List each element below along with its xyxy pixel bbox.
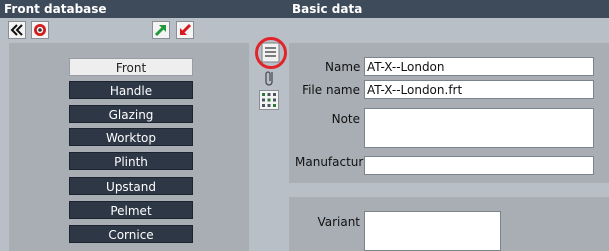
stop-circle-icon xyxy=(34,24,46,36)
variant-field[interactable] xyxy=(364,211,501,251)
name-label: Name xyxy=(325,60,361,74)
export-button[interactable] xyxy=(152,21,170,39)
menu-item-handle[interactable]: Handle xyxy=(69,81,193,99)
menu-item-cornice[interactable]: Cornice xyxy=(69,225,193,243)
name-field[interactable]: AT-X--London xyxy=(364,57,594,76)
front-database-title: Front database xyxy=(4,2,107,16)
arrow-up-right-green-icon xyxy=(154,25,166,37)
import-button[interactable] xyxy=(176,21,194,39)
menu-item-upstand[interactable]: Upstand xyxy=(69,177,193,195)
file-name-field[interactable]: AT-X--London.frt xyxy=(364,80,594,99)
paperclip-icon[interactable] xyxy=(262,69,278,87)
menu-item-pelmet[interactable]: Pelmet xyxy=(69,201,193,219)
grid-dots-icon[interactable] xyxy=(259,90,279,110)
menu-item-front[interactable]: Front xyxy=(69,58,193,76)
collapse-button[interactable] xyxy=(8,21,26,39)
note-field[interactable] xyxy=(364,108,594,148)
manufacturer-field[interactable] xyxy=(364,156,594,175)
variant-label: Variant xyxy=(317,215,360,229)
stop-button[interactable] xyxy=(31,21,49,39)
document-lines-icon[interactable] xyxy=(254,36,288,70)
menu-item-plinth[interactable]: Plinth xyxy=(69,152,193,170)
file-name-label: File name xyxy=(302,83,360,97)
arrow-down-left-red-icon xyxy=(180,23,192,35)
menu-item-worktop[interactable]: Worktop xyxy=(69,128,193,146)
manufacturer-label: Manufactur xyxy=(295,155,364,169)
double-chevron-left-icon xyxy=(10,24,23,36)
menu-item-glazing[interactable]: Glazing xyxy=(69,105,193,123)
basic-data-title: Basic data xyxy=(292,2,363,16)
note-label: Note xyxy=(331,112,360,126)
